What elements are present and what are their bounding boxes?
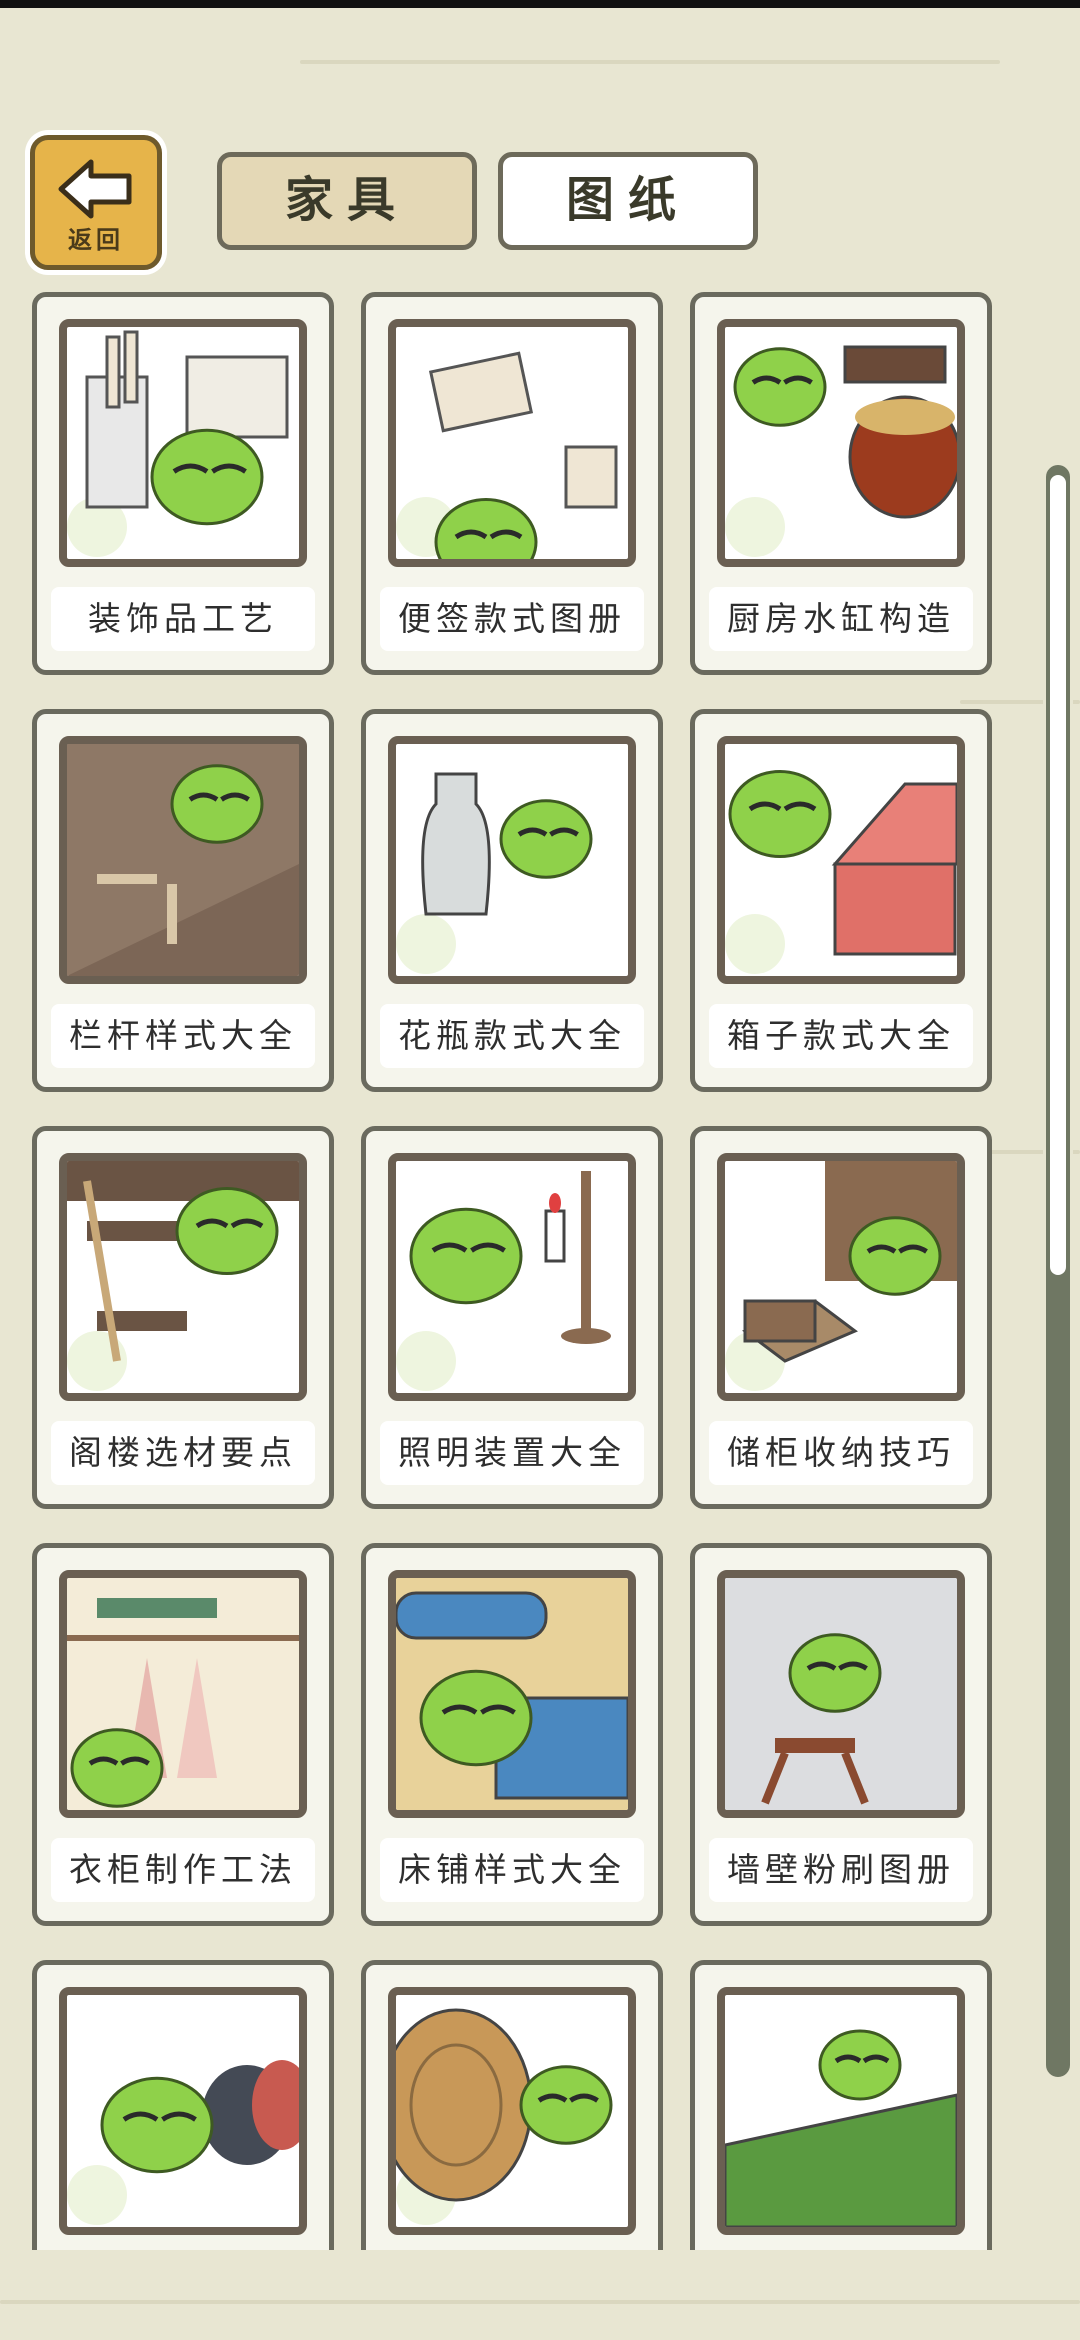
- item-label: 厨房水缸构造: [709, 587, 973, 651]
- frog-with-water-jar-icon: [717, 319, 965, 567]
- status-bar: [0, 0, 1080, 8]
- item-label: 装饰品工艺: [51, 587, 315, 651]
- item-card[interactable]: 储柜收纳技巧: [690, 1126, 992, 1509]
- scrollbar[interactable]: [1043, 462, 1073, 2080]
- item-label: 衣柜制作工法: [51, 1838, 315, 1902]
- item-card[interactable]: [32, 1960, 334, 2250]
- item-card[interactable]: 便签款式图册: [361, 292, 663, 675]
- item-label: 栏杆样式大全: [51, 1004, 315, 1068]
- item-label: 便签款式图册: [380, 587, 644, 651]
- frog-with-wood-icon: [388, 1987, 636, 2235]
- frog-with-railing-icon: [59, 736, 307, 984]
- item-label: 照明装置大全: [380, 1421, 644, 1485]
- item-card[interactable]: 箱子款式大全: [690, 709, 992, 1092]
- item-card[interactable]: 衣柜制作工法: [32, 1543, 334, 1926]
- item-card[interactable]: 照明装置大全: [361, 1126, 663, 1509]
- frog-with-candle-icon: [388, 1153, 636, 1401]
- item-label: 阁楼选材要点: [51, 1421, 315, 1485]
- frog-painting-wall-icon: [717, 1570, 965, 1818]
- frog-with-vase-icon: [388, 736, 636, 984]
- item-label: 储柜收纳技巧: [709, 1421, 973, 1485]
- item-grid: 装饰品工艺 便签款式图册 厨房水缸构造栏杆样式大全 花瓶款式大全 箱子款式大全阁楼选材要…: [32, 292, 992, 2250]
- back-button[interactable]: 返回: [30, 135, 162, 270]
- wood-grain: [300, 60, 1000, 64]
- item-label: 墙壁粉刷图册: [709, 1838, 973, 1902]
- item-card[interactable]: 花瓶款式大全: [361, 709, 663, 1092]
- frog-with-box-icon: [717, 1153, 965, 1401]
- item-card[interactable]: [361, 1960, 663, 2250]
- back-label: 返回: [68, 226, 124, 254]
- item-label: 床铺样式大全: [380, 1838, 644, 1902]
- tab-furniture[interactable]: 家具: [217, 152, 477, 250]
- item-label: 箱子款式大全: [709, 1004, 973, 1068]
- item-card[interactable]: [690, 1960, 992, 2250]
- item-card[interactable]: 床铺样式大全: [361, 1543, 663, 1926]
- item-card[interactable]: 阁楼选材要点: [32, 1126, 334, 1509]
- frog-with-bed-icon: [388, 1570, 636, 1818]
- frog-with-chest-icon: [717, 736, 965, 984]
- item-card[interactable]: 栏杆样式大全: [32, 709, 334, 1092]
- wood-grain: [0, 2300, 1080, 2304]
- frog-with-cushion-icon: [59, 1987, 307, 2235]
- item-card[interactable]: 装饰品工艺: [32, 292, 334, 675]
- frog-with-notes-icon: [388, 319, 636, 567]
- scrollbar-thumb[interactable]: [1050, 475, 1066, 1275]
- item-card[interactable]: 墙壁粉刷图册: [690, 1543, 992, 1926]
- frog-with-rug-icon: [717, 1987, 965, 2235]
- arrow-left-icon: [58, 159, 132, 219]
- frog-with-scrolls-icon: [59, 319, 307, 567]
- tab-blueprint[interactable]: 图纸: [498, 152, 758, 250]
- frog-with-ladder-icon: [59, 1153, 307, 1401]
- item-card[interactable]: 厨房水缸构造: [690, 292, 992, 675]
- frog-with-wardrobe-icon: [59, 1570, 307, 1818]
- item-label: 花瓶款式大全: [380, 1004, 644, 1068]
